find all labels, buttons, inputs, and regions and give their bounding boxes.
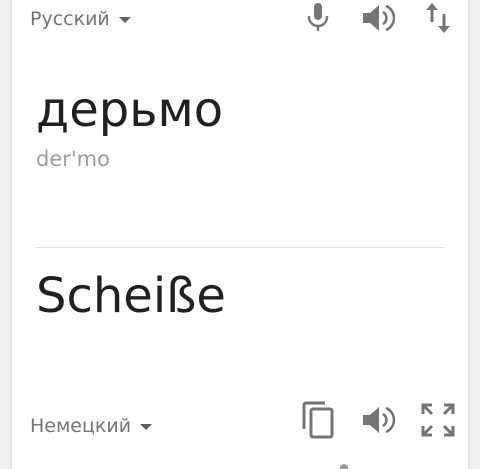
source-language-selector[interactable]: Русский bbox=[30, 8, 131, 30]
translation-card: Русский дерьмо der'mo Scheiße Немецкий bbox=[12, 0, 468, 469]
chevron-down-icon bbox=[140, 424, 153, 430]
swap-languages-icon[interactable] bbox=[420, 0, 456, 36]
divider bbox=[35, 247, 445, 248]
microphone-icon[interactable] bbox=[300, 0, 336, 36]
transliteration-text: der'mo bbox=[36, 147, 110, 171]
target-language-selector[interactable]: Немецкий bbox=[30, 415, 153, 437]
target-language-label: Немецкий bbox=[30, 415, 132, 437]
chevron-down-icon bbox=[118, 17, 131, 23]
scroll-indicator bbox=[340, 464, 348, 469]
source-text[interactable]: дерьмо bbox=[36, 80, 223, 140]
target-speaker-icon[interactable] bbox=[360, 402, 396, 438]
source-language-label: Русский bbox=[30, 8, 110, 30]
copy-icon[interactable] bbox=[300, 401, 336, 439]
fullscreen-icon[interactable] bbox=[420, 402, 456, 438]
source-speaker-icon[interactable] bbox=[360, 0, 396, 36]
translated-text: Scheiße bbox=[36, 268, 226, 324]
